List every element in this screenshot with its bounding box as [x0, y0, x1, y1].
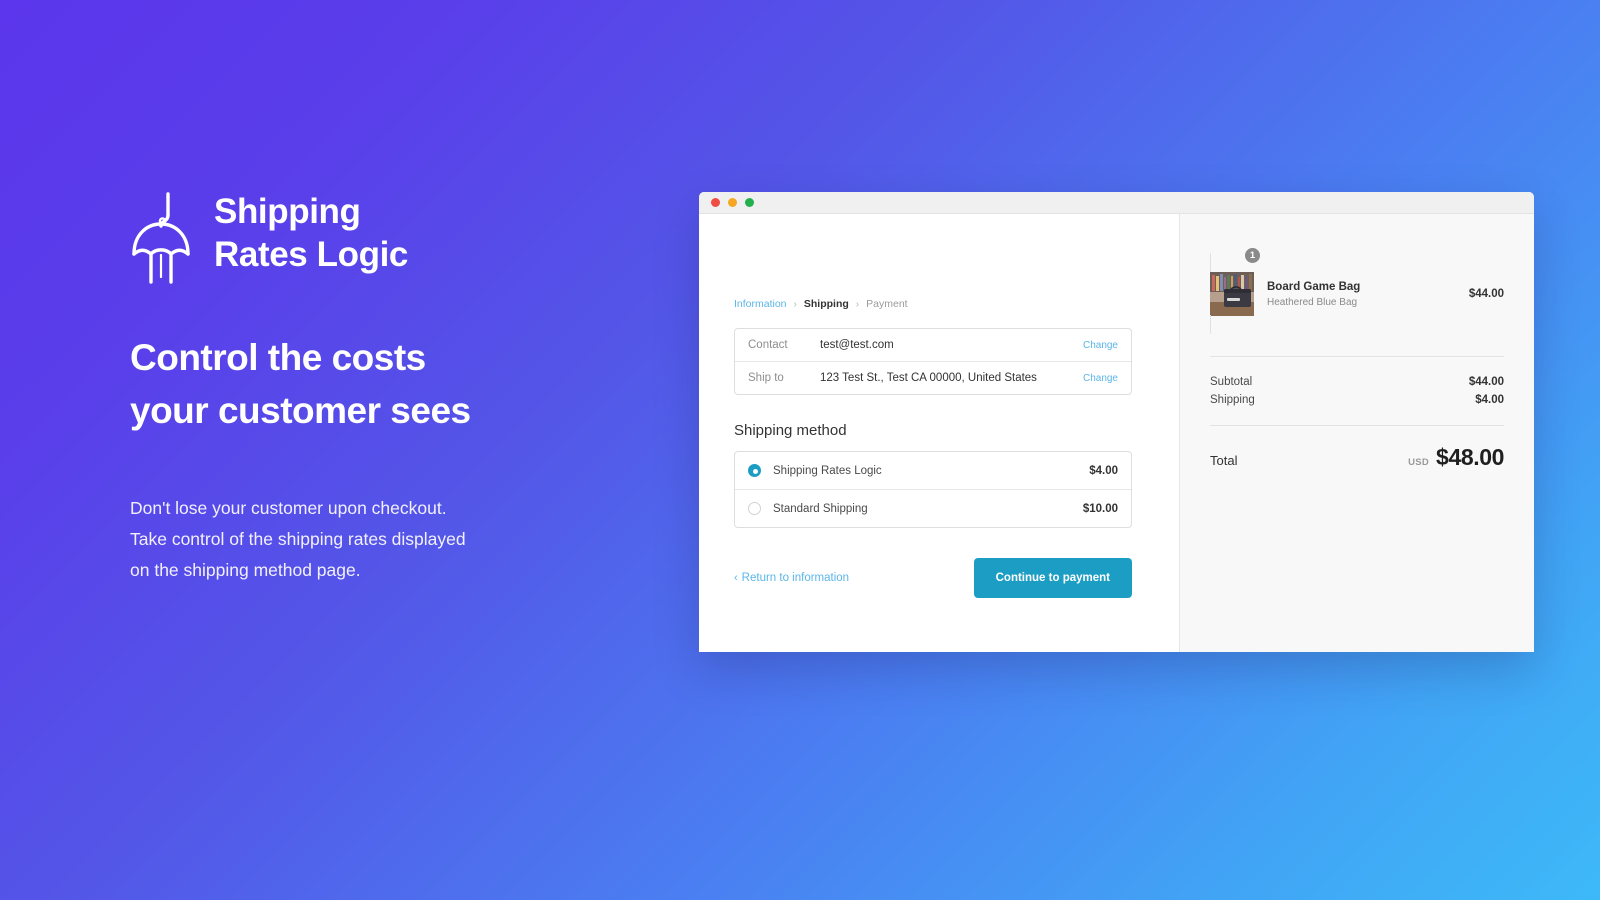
return-to-information-link[interactable]: ‹ Return to information: [734, 572, 849, 584]
shipping-option-price: $4.00: [1089, 464, 1118, 477]
checkout-page: Information › Shipping › Payment Contact…: [699, 214, 1534, 652]
product-price: $44.00: [1468, 288, 1504, 300]
breadcrumb-item-information[interactable]: Information: [734, 298, 787, 310]
continue-to-payment-button[interactable]: Continue to payment: [973, 558, 1132, 598]
subtotal-amount: $44.00: [1468, 376, 1504, 388]
breadcrumb-item-shipping[interactable]: Shipping: [804, 298, 849, 310]
ship-to-label: Ship to: [748, 372, 784, 384]
return-to-information-label: Return to information: [741, 572, 850, 584]
radio-selected-icon[interactable]: [748, 464, 761, 477]
shipping-option-label: Standard Shipping: [773, 502, 868, 515]
order-summary-column: 1 Board Game Bag Heathered Blue Bag $44.…: [1180, 214, 1534, 652]
shipping-option-price: $10.00: [1082, 502, 1118, 515]
change-contact-link[interactable]: Change: [1083, 340, 1118, 351]
product-photo-board-game-bag: [1210, 253, 1254, 334]
grand-total-amount: $48.00: [1436, 444, 1504, 470]
product-variant: Heathered Blue Bag: [1267, 297, 1358, 309]
shipping-option-label: Shipping Rates Logic: [773, 464, 882, 477]
maximize-window-icon[interactable]: [745, 198, 754, 207]
product-thumbnail-wrap: 1: [1210, 247, 1261, 334]
breadcrumb-separator-icon: ›: [855, 298, 860, 310]
breadcrumb-separator-icon: ›: [793, 298, 797, 310]
breadcrumb: Information › Shipping › Payment: [734, 298, 1132, 310]
shipping-option-shipping-rates-logic[interactable]: Shipping Rates Logic $4.00: [735, 452, 1131, 489]
radio-unselected-icon[interactable]: [748, 502, 761, 515]
brand-title: Shipping Rates Logic: [214, 192, 408, 275]
chevron-left-icon: ‹: [734, 571, 738, 584]
order-line-item: 1 Board Game Bag Heathered Blue Bag $44.…: [1210, 247, 1504, 356]
contact-row: Contact test@test.com Change: [735, 329, 1131, 361]
breadcrumb-item-payment: Payment: [866, 298, 908, 310]
summary-totals: Subtotal $44.00 Shipping $4.00: [1210, 357, 1504, 425]
shipping-method-title: Shipping method: [734, 422, 847, 439]
checkout-actions: ‹ Return to information Continue to paym…: [734, 558, 1132, 598]
minimize-window-icon[interactable]: [728, 198, 737, 207]
contact-label: Contact: [748, 339, 788, 351]
page-subcopy: Don't lose your customer upon checkout. …: [130, 498, 466, 581]
quantity-badge: 1: [1244, 247, 1261, 264]
grand-total-row: Total USD $48.00: [1210, 426, 1504, 471]
ship-to-row: Ship to 123 Test St., Test CA 00000, Uni…: [735, 361, 1131, 394]
change-address-link[interactable]: Change: [1083, 373, 1118, 384]
shipping-option-standard-shipping[interactable]: Standard Shipping $10.00: [735, 489, 1131, 527]
browser-window: Information › Shipping › Payment Contact…: [699, 192, 1534, 652]
checkout-main-column: Information › Shipping › Payment Contact…: [699, 214, 1180, 652]
marketing-panel: Shipping Rates Logic Control the costs y…: [130, 190, 600, 586]
close-window-icon[interactable]: [711, 198, 720, 207]
ship-to-value: 123 Test St., Test CA 00000, United Stat…: [820, 372, 1037, 384]
product-info: Board Game Bag Heathered Blue Bag: [1267, 280, 1456, 309]
contact-value: test@test.com: [820, 339, 894, 351]
currency-code: USD: [1408, 457, 1430, 468]
subtotal-row: Subtotal $44.00: [1210, 373, 1504, 391]
grand-total-value: USD $48.00: [1408, 444, 1504, 471]
shipping-options-box: Shipping Rates Logic $4.00 Standard Ship…: [734, 451, 1132, 528]
shipping-total-label: Shipping: [1210, 394, 1255, 406]
shipping-total-amount: $4.00: [1475, 394, 1504, 406]
product-name: Board Game Bag: [1267, 280, 1361, 293]
browser-titlebar: [699, 192, 1534, 214]
subtotal-label: Subtotal: [1210, 376, 1253, 388]
customer-info-box: Contact test@test.com Change Ship to 123…: [734, 328, 1132, 395]
shipping-total-row: Shipping $4.00: [1210, 391, 1504, 409]
brand-lockup: Shipping Rates Logic: [130, 190, 600, 284]
grand-total-label: Total: [1210, 453, 1238, 468]
parachute-package-icon: [130, 192, 192, 284]
page-headline: Control the costs your customer sees: [130, 337, 471, 431]
